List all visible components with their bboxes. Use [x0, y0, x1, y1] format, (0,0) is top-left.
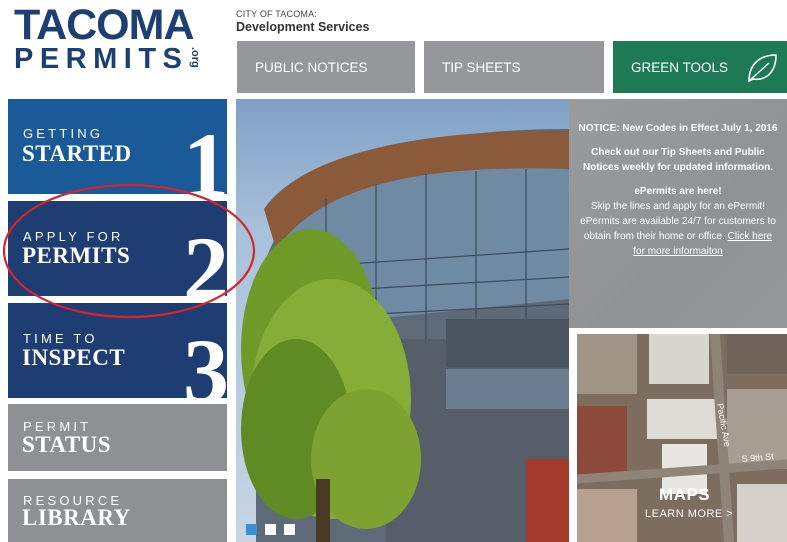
tile-getting-started[interactable]: GETTING STARTED 1: [8, 99, 227, 194]
tile-resource-library[interactable]: RESOURCE LIBRARY: [8, 479, 227, 542]
maps-title[interactable]: MAPS: [659, 485, 710, 505]
building-illustration: [241, 129, 569, 542]
tile-3-big: INSPECT: [22, 345, 126, 370]
tile-permit-status[interactable]: PERMIT STATUS: [8, 404, 227, 471]
tile-5-big: LIBRARY: [22, 505, 131, 530]
logo-org-suffix: .org: [189, 47, 201, 68]
notice-tip: Check out our Tip Sheets and Public Noti…: [582, 147, 774, 173]
nav-public-notices[interactable]: PUBLIC NOTICES: [237, 41, 415, 93]
annotation-ellipse: [2, 183, 256, 319]
city-label: CITY OF TACOMA:: [236, 9, 318, 19]
tile-4-big: STATUS: [22, 432, 112, 457]
nav-tip-sheets[interactable]: TIP SHEETS: [424, 41, 604, 93]
tile-3-small: TIME TO: [23, 331, 98, 346]
tile-1-small: GETTING: [23, 126, 104, 141]
tile-3-number: 3: [183, 320, 227, 398]
epermits-title: ePermits are here!: [634, 186, 722, 197]
tile-1-big: STARTED: [22, 141, 132, 166]
slider-dot-1[interactable]: [246, 524, 257, 535]
nav-green-tools-label: GREEN TOOLS: [631, 59, 729, 75]
maps-learn-more[interactable]: LEARN MORE >: [645, 508, 733, 520]
department-title: Development Services: [236, 20, 370, 34]
notice-headline: NOTICE: New Codes in Effect July 1, 2016: [578, 123, 778, 134]
nav-green-tools[interactable]: GREEN TOOLS: [613, 41, 787, 93]
nav-public-notices-label: PUBLIC NOTICES: [255, 59, 368, 75]
logo-permits[interactable]: PERMITS: [14, 44, 188, 74]
logo-tacoma[interactable]: TACOMA: [14, 4, 195, 47]
notice-panel: NOTICE: New Codes in Effect July 1, 2016…: [569, 99, 787, 328]
leaf-icon: [748, 54, 777, 83]
slider-dot-3[interactable]: [284, 524, 295, 535]
nav-tip-sheets-label: TIP SHEETS: [442, 59, 521, 75]
slider-dot-2[interactable]: [265, 524, 276, 535]
hero-slider-image[interactable]: [236, 99, 569, 542]
